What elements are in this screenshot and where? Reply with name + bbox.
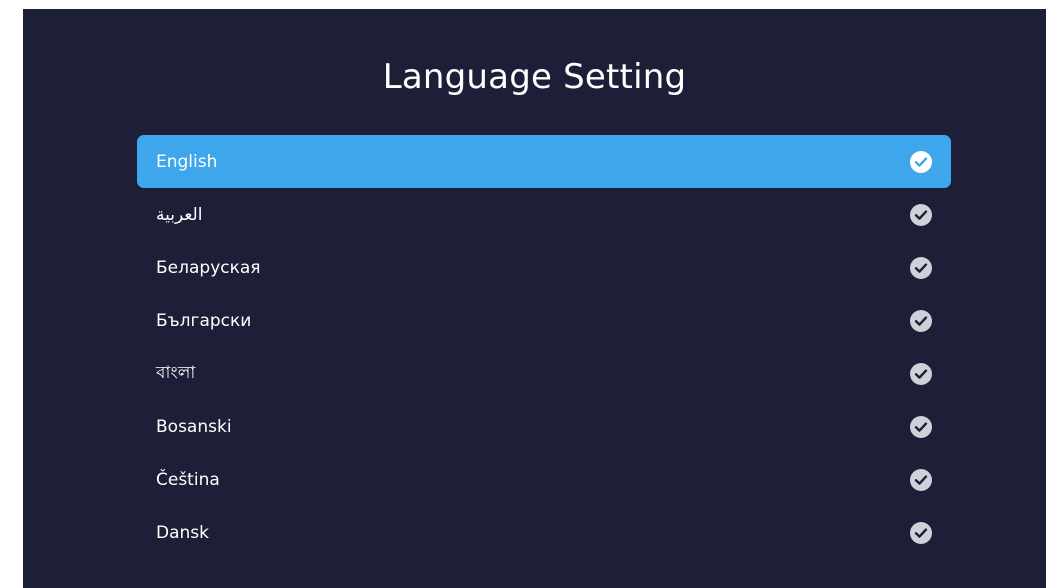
language-item-bengali[interactable]: বাংলা bbox=[137, 347, 951, 400]
language-item-bosnian[interactable]: Bosanski bbox=[137, 400, 951, 453]
language-item-label: العربية bbox=[156, 204, 203, 225]
language-item-english[interactable]: English bbox=[137, 135, 951, 188]
language-item-label: Bosanski bbox=[156, 416, 232, 437]
language-item-label: Беларуская bbox=[156, 257, 261, 278]
language-item-label: English bbox=[156, 151, 218, 172]
language-item-arabic[interactable]: العربية bbox=[137, 188, 951, 241]
page-title: Language Setting bbox=[382, 57, 687, 97]
language-list: English العربية Беларуская Български বাং… bbox=[137, 135, 951, 559]
language-item-label: Čeština bbox=[156, 469, 220, 490]
language-item-label: বাংলা bbox=[156, 362, 196, 383]
language-setting-screen: Language Setting English العربية Беларус… bbox=[23, 9, 1046, 588]
check-circle-icon bbox=[910, 468, 932, 491]
language-item-danish[interactable]: Dansk bbox=[137, 506, 951, 559]
check-circle-icon bbox=[910, 362, 932, 385]
check-circle-icon bbox=[910, 521, 932, 544]
language-item-czech[interactable]: Čeština bbox=[137, 453, 951, 506]
check-circle-icon bbox=[910, 203, 932, 226]
language-item-belarusian[interactable]: Беларуская bbox=[137, 241, 951, 294]
language-item-bulgarian[interactable]: Български bbox=[137, 294, 951, 347]
check-circle-icon bbox=[910, 415, 932, 438]
check-circle-icon bbox=[910, 150, 932, 173]
language-item-label: Dansk bbox=[156, 522, 209, 543]
check-circle-icon bbox=[910, 256, 932, 279]
language-item-label: Български bbox=[156, 310, 252, 331]
check-circle-icon bbox=[910, 309, 932, 332]
